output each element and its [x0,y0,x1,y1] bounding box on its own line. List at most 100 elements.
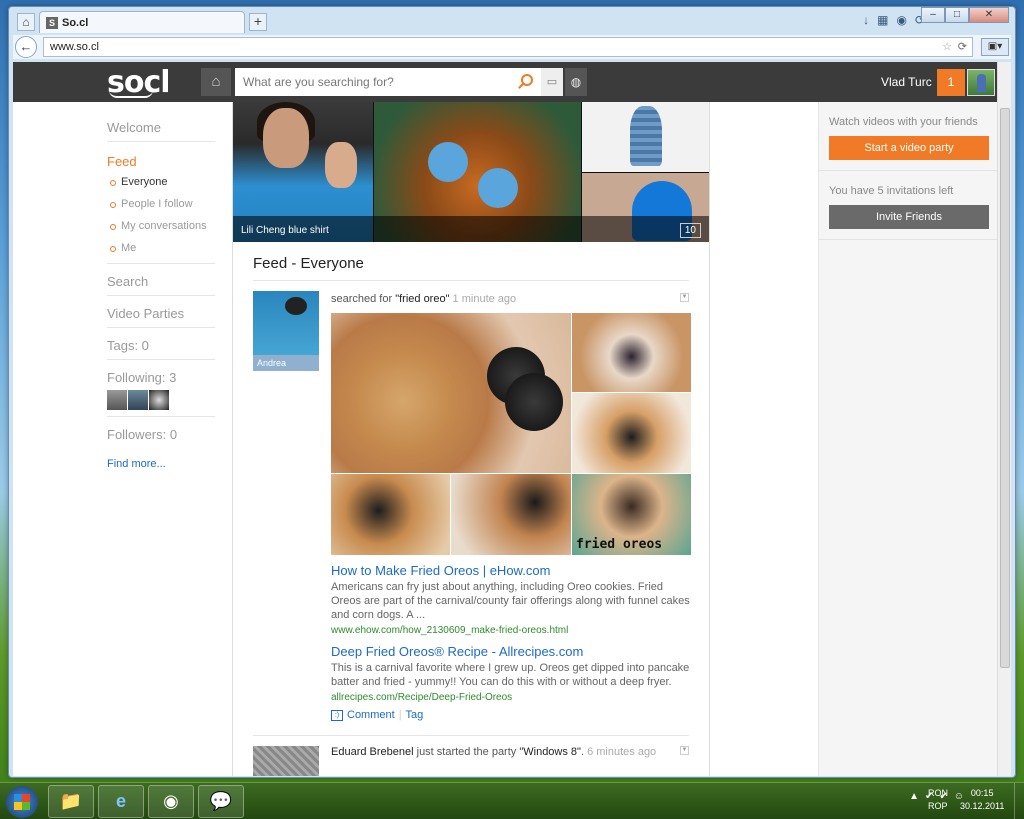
taskbar: 📁 e ◉ 💬 ▲ ✔ ✔ ☺ RON ROP 00:15 30.12.2011 [0,782,1024,819]
nav-following: Following: 3 [107,364,215,417]
page-content: socl ⌂ ▭ ◍ Vlad Turc 1 Welcome Feed Ever… [13,62,1011,776]
feed-post: ▼ Eduard Brebenel just started the party… [253,735,689,776]
result-title-link[interactable]: Deep Fried Oreos® Recipe - Allrecipes.co… [331,644,691,659]
reload-icon[interactable]: ⟳ [958,38,967,56]
user-avatar[interactable] [967,69,995,96]
find-more-link[interactable]: Find more... [107,448,215,470]
right-sidebar: Watch videos with your friends Start a v… [818,102,997,776]
nav-tags[interactable]: Tags: 0 [107,332,215,360]
address-bar: ← www.so.cl ☆ ⟳ ▣▾ [13,35,1011,59]
search-input[interactable] [235,69,495,95]
start-button[interactable] [6,786,38,818]
post-query[interactable]: "fried oreo" [395,293,449,305]
image-gallery: fried oreos [331,313,691,555]
invite-friends-button[interactable]: Invite Friends [829,205,989,229]
back-button[interactable]: ← [15,36,37,58]
nav-welcome[interactable]: Welcome [107,114,215,142]
tab-title: So.cl [62,16,89,29]
nav-search[interactable]: Search [107,268,215,296]
result-snippet: This is a carnival favorite where I grew… [331,662,690,688]
banner-count[interactable]: 10 [679,223,701,238]
left-nav: Welcome Feed Everyone People I follow My… [107,114,215,470]
poster-photo [253,291,319,355]
gallery-image[interactable] [572,393,691,473]
gallery-image-label: fried oreos [576,537,663,552]
gallery-image[interactable] [572,313,691,392]
chat-icon[interactable]: ▭ [541,68,563,96]
home-tab-icon[interactable]: ⌂ [17,13,35,31]
gallery-image[interactable] [331,474,450,555]
nav-me[interactable]: Me [107,237,215,259]
following-avatar[interactable] [128,390,148,410]
logo-smile-icon [109,90,153,98]
home-icon[interactable]: ⌂ [201,68,231,96]
result-url[interactable]: allrecipes.com/Recipe/Deep-Fried-Oreos [331,692,691,703]
gallery-image[interactable]: fried oreos [572,474,691,555]
language-indicator[interactable]: RON ROP [928,787,948,813]
gallery-image[interactable] [331,313,571,473]
watch-videos-text: Watch videos with your friends [829,116,978,128]
comment-icon[interactable]: :) [331,709,343,721]
result-snippet: Americans can fry just about anything, i… [331,581,690,621]
explorer-icon[interactable]: 📁 [48,785,94,818]
browser-tab[interactable]: S So.cl [39,11,245,33]
photo-banner[interactable]: Lili Cheng blue shirt 10 [233,102,709,242]
user-name[interactable]: Vlad Turc [881,75,932,89]
following-avatars [107,390,215,410]
result-title-link[interactable]: How to Make Fried Oreos | eHow.com [331,563,691,578]
post-time: 6 minutes ago [587,746,657,758]
following-avatar[interactable] [107,390,127,410]
party-name[interactable]: "Windows 8" [519,746,581,758]
browser-window: ⌂ S So.cl + ↓ ▦ ◉ ⟳ – □ ✕ ← www.so.cl ☆ … [8,6,1016,778]
nav-my-conversations[interactable]: My conversations [107,215,215,237]
search-icon[interactable] [521,74,533,86]
banner-photo-toy[interactable] [582,102,709,172]
feed-icon[interactable]: ◉ [896,13,906,27]
scrollbar-thumb[interactable] [1000,108,1010,668]
post-meta: searched for "fried oreo" 1 minute ago [331,293,691,305]
tag-link[interactable]: Tag [406,709,424,721]
star-icon[interactable]: ☆ [942,38,952,56]
nav-followers[interactable]: Followers: 0 [107,421,215,448]
messenger-icon[interactable]: 💬 [198,785,244,818]
search-box [235,68,541,96]
bookmarks-icon[interactable]: ▦ [877,13,888,27]
poster-avatar[interactable] [253,746,319,776]
notification-badge[interactable]: 1 [937,69,965,96]
result-url[interactable]: www.ehow.com/how_2130609_make-fried-oreo… [331,625,691,636]
gallery-image[interactable] [451,474,571,555]
extension-icon[interactable]: ▣▾ [981,38,1009,56]
url-field[interactable]: www.so.cl ☆ ⟳ [43,37,973,57]
download-icon[interactable]: ↓ [863,13,869,27]
clock[interactable]: 00:15 30.12.2011 [960,787,1004,813]
media-icon[interactable]: ◉ [148,785,194,818]
clock-time: 00:15 [970,788,994,798]
globe-icon[interactable]: ◍ [565,68,587,96]
scrollbar[interactable] [997,62,1011,776]
post-menu-icon[interactable]: ▼ [680,293,689,302]
language-top: RON [928,788,948,798]
invitations-text: You have 5 invitations left [829,185,954,197]
ie-icon[interactable]: e [98,785,144,818]
following-label[interactable]: Following: 3 [107,370,215,385]
close-button[interactable]: ✕ [969,7,1009,23]
tray-expand-icon[interactable]: ▲ [909,791,919,802]
post-meta: Eduard Brebenel just started the party "… [331,746,657,758]
new-tab-button[interactable]: + [249,13,267,31]
nav-people-i-follow[interactable]: People I follow [107,193,215,215]
feed-post: Andrea ▼ searched for "fried oreo" 1 min… [253,281,691,721]
post-menu-icon[interactable]: ▼ [680,746,689,755]
site-header: socl ⌂ ▭ ◍ Vlad Turc 1 [13,62,1011,102]
nav-video-parties[interactable]: Video Parties [107,300,215,328]
nav-feed[interactable]: Feed [107,148,215,171]
show-desktop-button[interactable] [1014,783,1024,819]
poster-name: Andrea [253,355,319,371]
nav-everyone[interactable]: Everyone [107,171,215,193]
poster-avatar[interactable]: Andrea [253,291,319,371]
comment-link[interactable]: Comment [347,709,395,721]
minimize-button[interactable]: – [921,7,945,23]
maximize-button[interactable]: □ [945,7,969,23]
poster-name[interactable]: Eduard Brebenel [331,746,414,758]
following-avatar[interactable] [149,390,169,410]
start-video-party-button[interactable]: Start a video party [829,136,989,160]
